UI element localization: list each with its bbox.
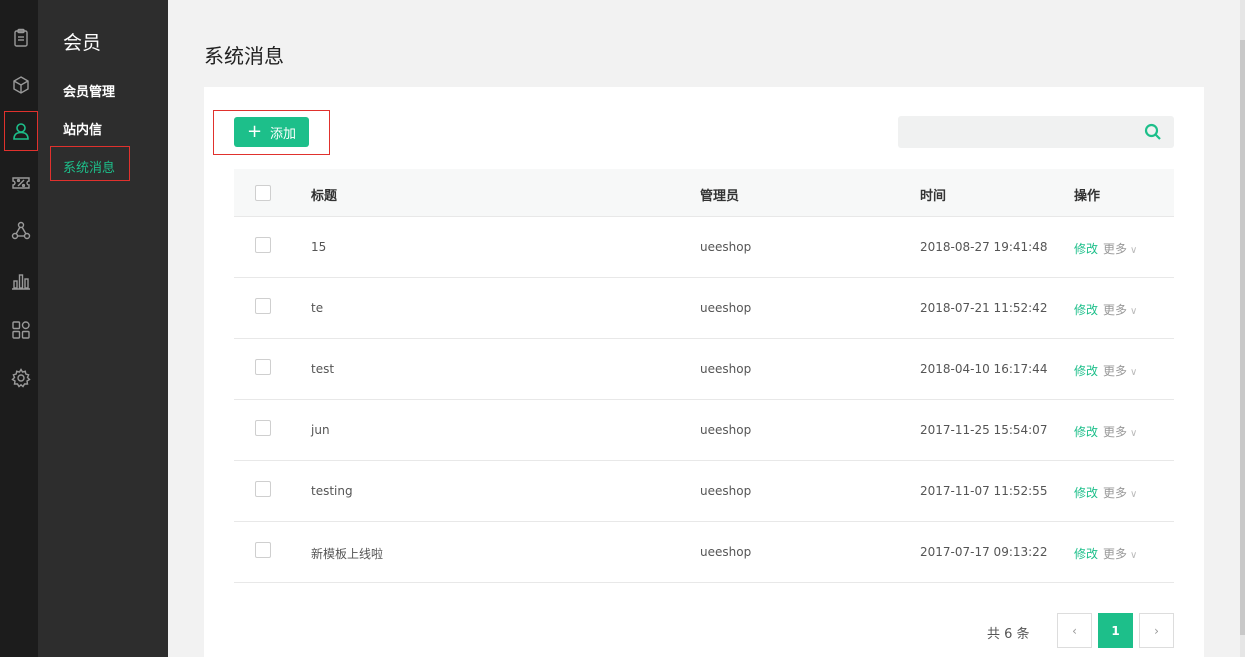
row-title: 新模板上线啦 — [311, 547, 384, 561]
bar-chart-icon[interactable] — [4, 261, 38, 301]
row-admin: ueeshop — [700, 301, 752, 315]
scrollbar-thumb[interactable] — [1240, 40, 1245, 635]
row-checkbox[interactable] — [255, 542, 271, 558]
more-dropdown[interactable]: 更多 ∨ — [1103, 484, 1137, 501]
submenu-item-site-messages[interactable]: 站内信 — [63, 119, 102, 138]
add-button-label: 添加 — [270, 126, 297, 142]
row-time: 2017-11-07 11:52:55 — [920, 484, 1048, 498]
header-title: 标题 — [311, 189, 338, 204]
page-title: 系统消息 — [204, 44, 284, 68]
edit-link[interactable]: 修改 — [1074, 362, 1098, 379]
more-label: 更多 — [1103, 242, 1128, 256]
member-icon[interactable] — [4, 111, 38, 151]
total-count: 共 6 条 — [987, 627, 1030, 642]
chevron-down-icon: ∨ — [1130, 367, 1138, 378]
more-label: 更多 — [1103, 303, 1128, 317]
row-admin: ueeshop — [700, 240, 752, 254]
row-time: 2018-04-10 16:17:44 — [920, 362, 1048, 376]
edit-link[interactable]: 修改 — [1074, 423, 1098, 440]
percent-icon[interactable] — [4, 163, 38, 203]
table-header: 标题 管理员 时间 操作 — [234, 169, 1174, 217]
search-input[interactable] — [898, 116, 1138, 148]
row-admin: ueeshop — [700, 362, 752, 376]
next-page-button[interactable]: › — [1139, 613, 1174, 648]
select-all-checkbox[interactable] — [255, 185, 271, 201]
table-row: 新模板上线啦 ueeshop 2017-07-17 09:13:22 修改 更多… — [234, 522, 1174, 583]
more-dropdown[interactable]: 更多 ∨ — [1103, 423, 1137, 440]
search-icon[interactable] — [1144, 123, 1162, 141]
table-row: testing ueeshop 2017-11-07 11:52:55 修改 更… — [234, 461, 1174, 522]
icon-rail — [0, 0, 38, 657]
chevron-down-icon: ∨ — [1130, 550, 1138, 561]
edit-link[interactable]: 修改 — [1074, 240, 1098, 257]
row-title: test — [311, 362, 335, 376]
table-row: 15 ueeshop 2018-08-27 19:41:48 修改 更多 ∨ — [234, 217, 1174, 278]
edit-link[interactable]: 修改 — [1074, 545, 1098, 562]
submenu-item-system-messages[interactable]: 系统消息 — [63, 157, 115, 176]
chevron-down-icon: ∨ — [1130, 428, 1138, 439]
table-row: jun ueeshop 2017-11-25 15:54:07 修改 更多 ∨ — [234, 400, 1174, 461]
header-admin: 管理员 — [700, 189, 740, 204]
row-title: te — [311, 301, 324, 315]
row-admin: ueeshop — [700, 545, 752, 559]
row-admin: ueeshop — [700, 423, 752, 437]
row-time: 2017-07-17 09:13:22 — [920, 545, 1048, 559]
plus-icon: + — [246, 121, 263, 142]
box-icon[interactable] — [4, 65, 38, 105]
table-row: te ueeshop 2018-07-21 11:52:42 修改 更多 ∨ — [234, 278, 1174, 339]
more-label: 更多 — [1103, 364, 1128, 378]
submenu: 会员 会员管理 站内信 系统消息 — [38, 0, 168, 657]
search-box — [898, 116, 1174, 148]
header-action: 操作 — [1074, 189, 1101, 204]
share-icon[interactable] — [4, 211, 38, 251]
row-title: jun — [311, 423, 330, 437]
more-dropdown[interactable]: 更多 ∨ — [1103, 362, 1137, 379]
chevron-down-icon: ∨ — [1130, 245, 1138, 256]
more-dropdown[interactable]: 更多 ∨ — [1103, 301, 1137, 318]
more-dropdown[interactable]: 更多 ∨ — [1103, 240, 1137, 257]
row-checkbox[interactable] — [255, 481, 271, 497]
row-checkbox[interactable] — [255, 298, 271, 314]
edit-link[interactable]: 修改 — [1074, 301, 1098, 318]
row-title: testing — [311, 484, 353, 498]
prev-page-button[interactable]: ‹ — [1057, 613, 1092, 648]
clipboard-icon[interactable] — [4, 18, 38, 58]
apps-icon[interactable] — [4, 310, 38, 350]
row-time: 2018-07-21 11:52:42 — [920, 301, 1048, 315]
row-title: 15 — [311, 240, 327, 254]
row-admin: ueeshop — [700, 484, 752, 498]
submenu-title: 会员 — [63, 32, 102, 54]
table-row: test ueeshop 2018-04-10 16:17:44 修改 更多 ∨ — [234, 339, 1174, 400]
row-time: 2018-08-27 19:41:48 — [920, 240, 1048, 254]
more-label: 更多 — [1103, 425, 1128, 439]
row-time: 2017-11-25 15:54:07 — [920, 423, 1048, 437]
chevron-left-icon: ‹ — [1072, 623, 1077, 638]
add-button[interactable]: + 添加 — [234, 117, 309, 147]
scrollbar-track[interactable] — [1240, 0, 1245, 657]
more-label: 更多 — [1103, 486, 1128, 500]
gear-icon[interactable] — [4, 358, 38, 398]
row-checkbox[interactable] — [255, 420, 271, 436]
row-checkbox[interactable] — [255, 237, 271, 253]
chevron-right-icon: › — [1154, 623, 1159, 638]
submenu-item-member-management[interactable]: 会员管理 — [63, 81, 115, 100]
chevron-down-icon: ∨ — [1130, 489, 1138, 500]
more-label: 更多 — [1103, 547, 1128, 561]
chevron-down-icon: ∨ — [1130, 306, 1138, 317]
more-dropdown[interactable]: 更多 ∨ — [1103, 545, 1137, 562]
edit-link[interactable]: 修改 — [1074, 484, 1098, 501]
page-number-current[interactable]: 1 — [1098, 613, 1133, 648]
row-checkbox[interactable] — [255, 359, 271, 375]
header-time: 时间 — [920, 189, 947, 204]
